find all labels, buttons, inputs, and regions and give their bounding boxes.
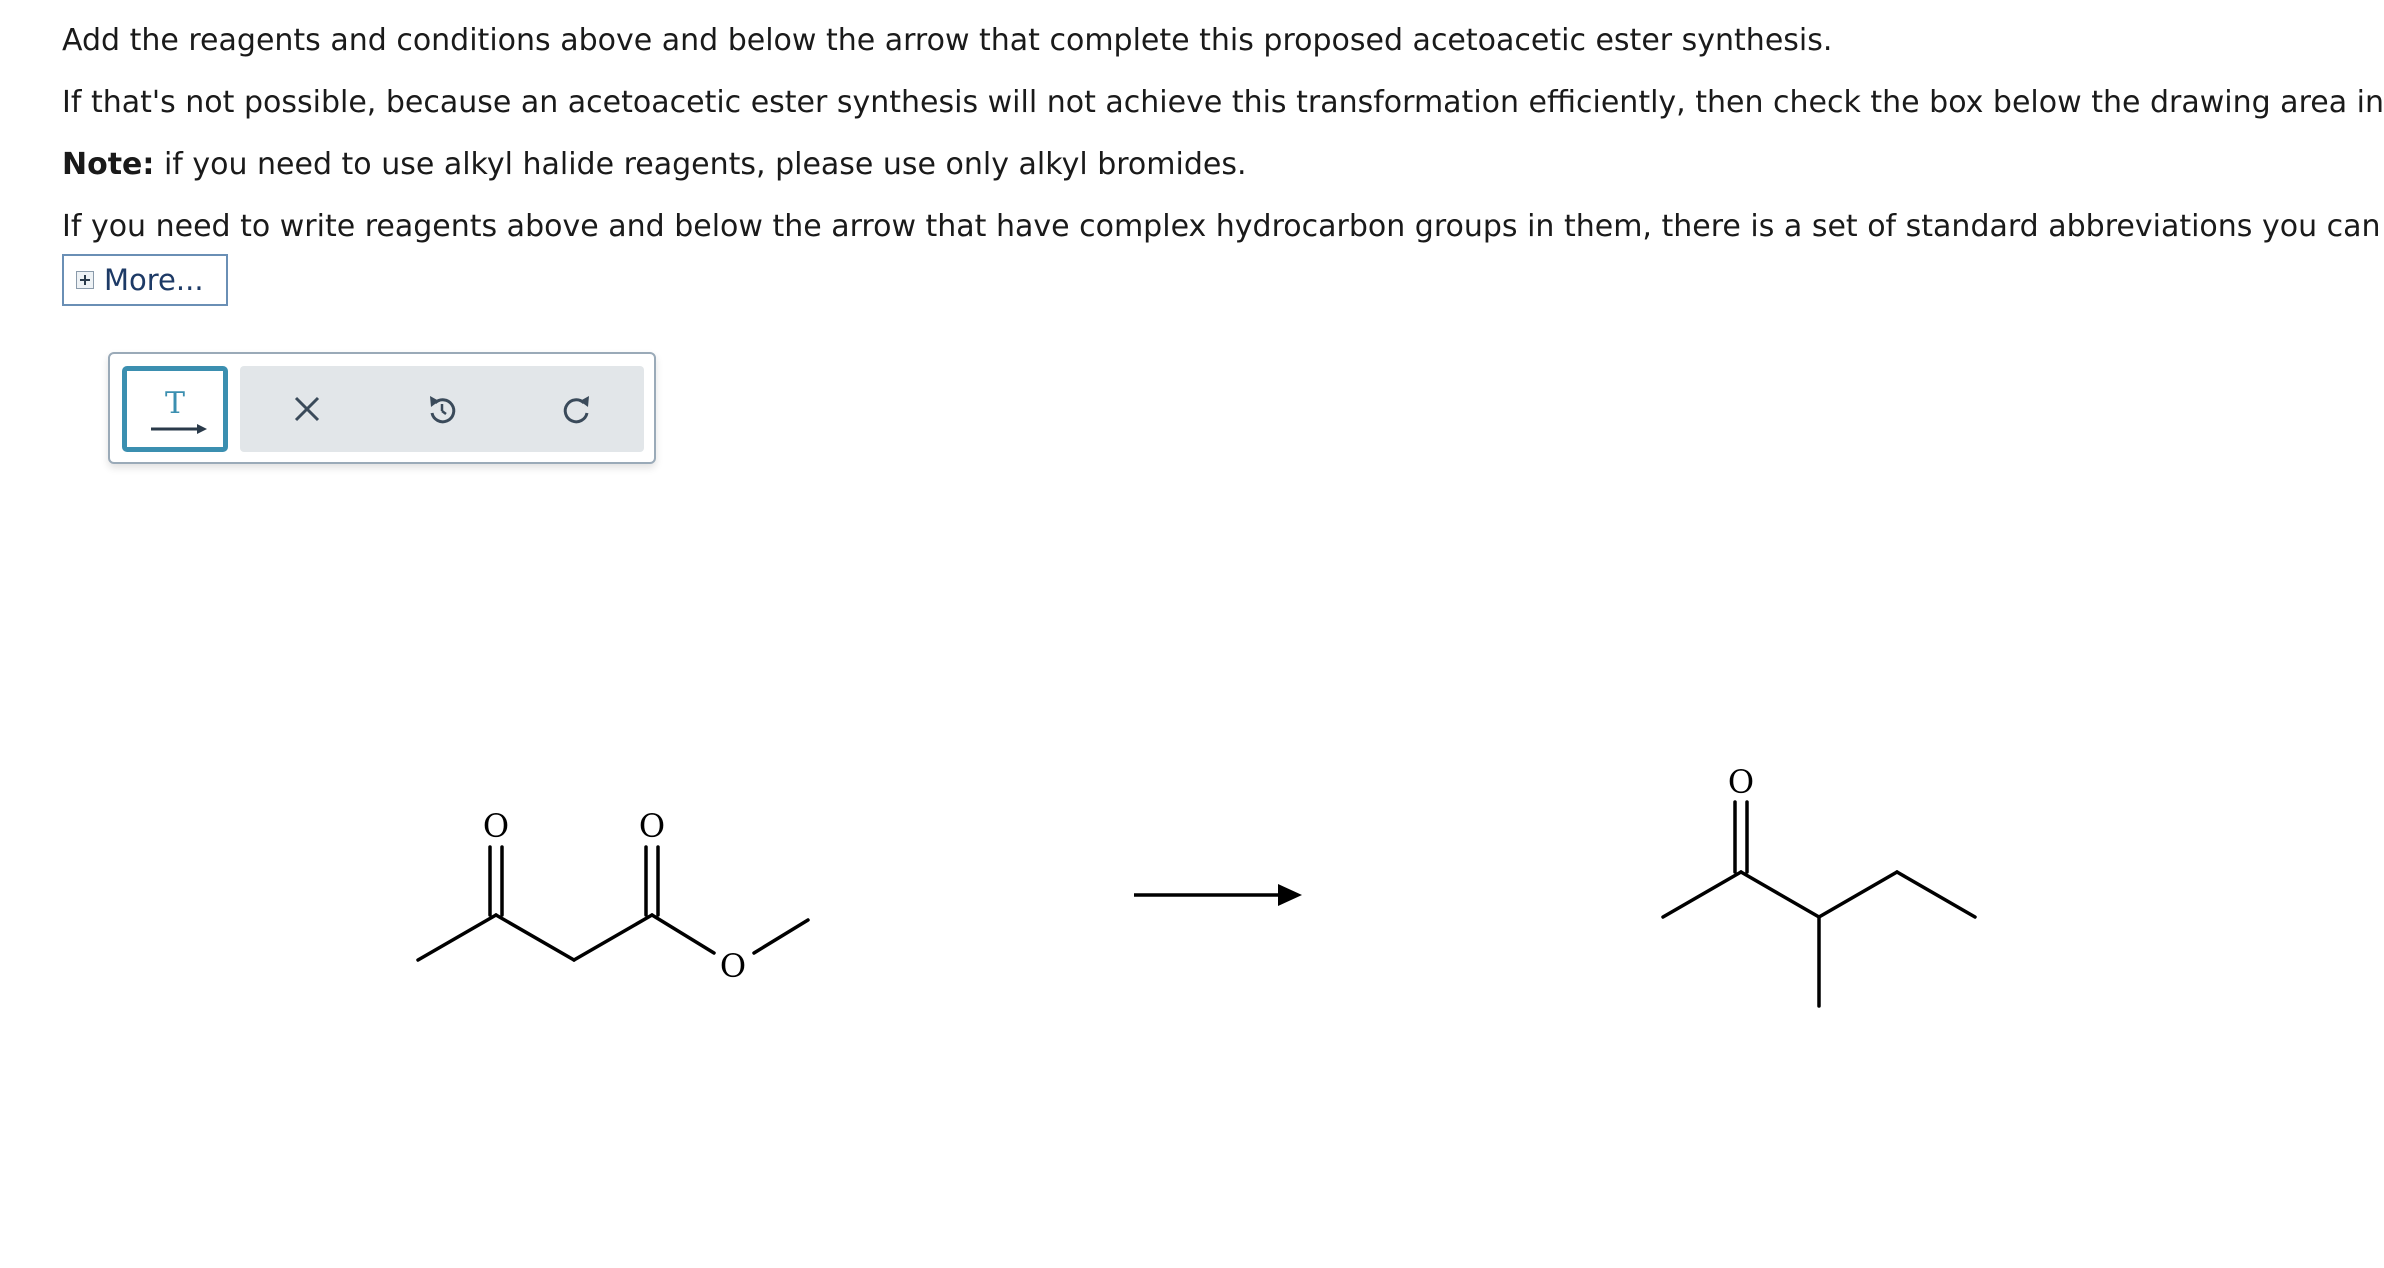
product-atom-label: O: [1728, 763, 1754, 801]
reactant-atom-label: O: [483, 807, 509, 845]
reactant-atom-label: O: [720, 947, 746, 985]
reactant-atom-label: O: [639, 807, 665, 845]
product-molecule: [1661, 800, 1977, 1008]
reactant-molecule: [416, 845, 810, 962]
reaction-scheme: O O O O: [416, 763, 1977, 1008]
reaction-arrow: [1134, 884, 1302, 906]
